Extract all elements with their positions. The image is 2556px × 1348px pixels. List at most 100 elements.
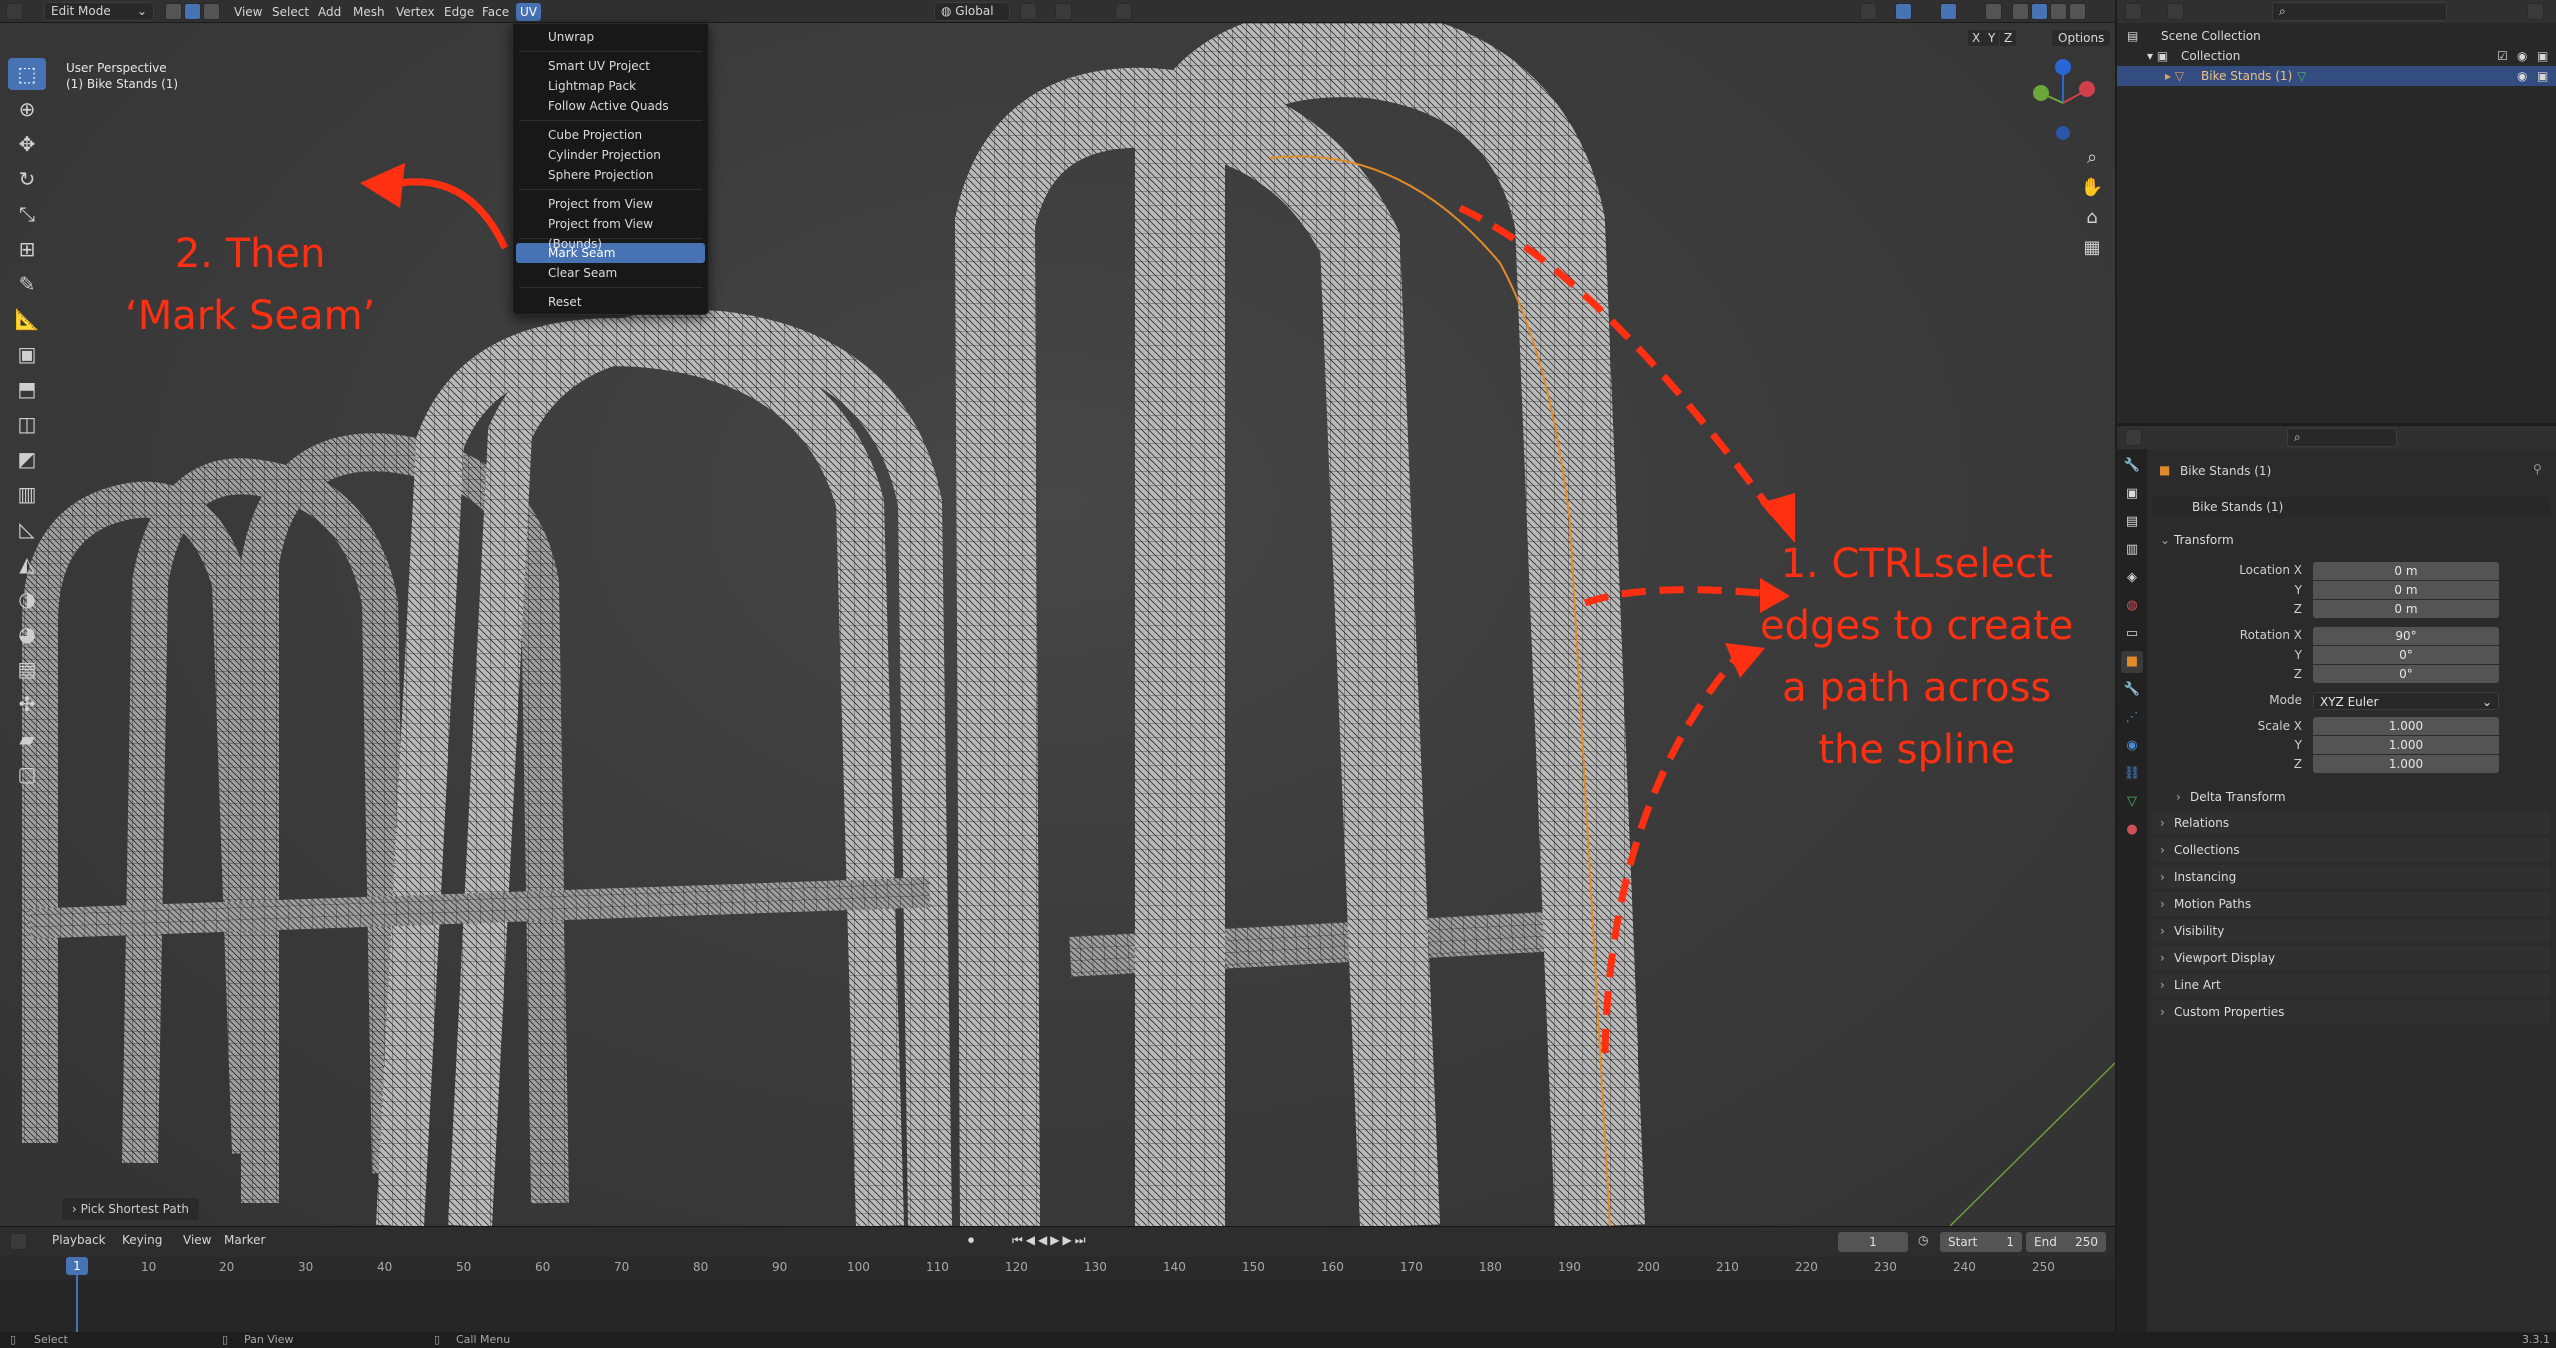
camera-render-icon[interactable]: ▣ <box>2537 46 2548 66</box>
menu-uv[interactable]: UV <box>516 3 541 21</box>
camera-render-icon[interactable]: ▣ <box>2537 66 2548 86</box>
menu-item-cylinder-projection[interactable]: Cylinder Projection <box>516 145 705 165</box>
outliner-editor-icon[interactable] <box>2125 3 2142 20</box>
outliner-search-input[interactable]: ⌕ <box>2272 2 2447 21</box>
pin-icon[interactable]: ⚲ <box>2533 462 2542 476</box>
menu-item-clear-seam[interactable]: Clear Seam <box>516 263 705 283</box>
last-operator-panel[interactable]: › Pick Shortest Path <box>62 1198 200 1220</box>
line-art-panel[interactable]: › Line Art <box>2152 973 2550 997</box>
shading-rendered-icon[interactable] <box>2069 3 2086 20</box>
current-frame-field[interactable]: 1 <box>1838 1232 1908 1252</box>
collection-tab-icon[interactable]: ▭ <box>2121 623 2143 645</box>
scale-icon[interactable]: ⤡ <box>8 198 46 230</box>
relations-panel[interactable]: › Relations <box>2152 811 2550 835</box>
edge-select-icon[interactable] <box>184 3 201 20</box>
menu-timeline-view[interactable]: View <box>183 1233 211 1247</box>
checkbox-icon[interactable]: ☑ <box>2497 46 2508 66</box>
menu-edge[interactable]: Edge <box>440 3 478 21</box>
rotation-mode-dropdown[interactable]: XYZ Euler ⌄ <box>2313 692 2499 710</box>
options-dropdown[interactable]: Options <box>2052 30 2111 46</box>
start-frame-field[interactable]: Start 1 <box>1940 1232 2022 1252</box>
menu-add[interactable]: Add <box>314 3 345 21</box>
add-cube-icon[interactable]: ▣ <box>8 338 46 370</box>
axis-y-toggle[interactable]: Y <box>1984 30 2000 46</box>
spin-icon[interactable]: ◑ <box>8 583 46 615</box>
menu-item-smart-uv-project[interactable]: Smart UV Project <box>516 56 705 76</box>
transform-panel-header[interactable]: ⌄ Transform <box>2152 528 2550 552</box>
menu-item-cube-projection[interactable]: Cube Projection <box>516 125 705 145</box>
annotate-icon[interactable]: ✎ <box>8 268 46 300</box>
tool-tab-icon[interactable]: 🔧 <box>2121 455 2143 477</box>
filter-icon[interactable] <box>2527 3 2544 20</box>
eye-icon[interactable]: ◉ <box>2517 46 2527 66</box>
rotation-y-field[interactable]: 0° <box>2313 646 2499 664</box>
menu-item-reset[interactable]: Reset <box>516 292 705 312</box>
visibility-icon[interactable] <box>1860 3 1877 20</box>
timeline[interactable]: Playback Keying View Marker ⏺ ⏮◀◀▶▶⏭ 1 ◷… <box>0 1226 2115 1333</box>
render-tab-icon[interactable]: ▣ <box>2121 483 2143 505</box>
overlay-toggle-icon[interactable] <box>1940 3 1957 20</box>
motion-paths-panel[interactable]: › Motion Paths <box>2152 892 2550 916</box>
viewport-display-panel[interactable]: › Viewport Display <box>2152 946 2550 970</box>
scene-tab-icon[interactable]: ◈ <box>2121 567 2143 589</box>
face-select-icon[interactable] <box>203 3 220 20</box>
eye-icon[interactable]: ◉ <box>2517 66 2527 86</box>
rotate-icon[interactable]: ↻ <box>8 163 46 195</box>
location-z-field[interactable]: 0 m <box>2313 600 2499 618</box>
menu-vertex[interactable]: Vertex <box>392 3 439 21</box>
menu-marker[interactable]: Marker <box>224 1233 265 1247</box>
location-y-field[interactable]: 0 m <box>2313 581 2499 599</box>
inset-icon[interactable]: ◫ <box>8 408 46 440</box>
xray-icon[interactable] <box>1985 3 2002 20</box>
instancing-panel[interactable]: › Instancing <box>2152 865 2550 889</box>
properties-editor-icon[interactable] <box>2125 429 2142 446</box>
measure-icon[interactable]: 📐 <box>8 303 46 335</box>
display-mode-icon[interactable] <box>2167 3 2184 20</box>
delta-transform-subpanel[interactable]: › Delta Transform <box>2168 785 2550 809</box>
menu-select[interactable]: Select <box>268 3 313 21</box>
camera-icon[interactable]: ⌂ <box>2076 203 2108 231</box>
end-frame-field[interactable]: End 250 <box>2026 1232 2106 1252</box>
pivot-icon[interactable] <box>1020 3 1037 20</box>
rotation-x-field[interactable]: 90° <box>2313 627 2499 645</box>
move-icon[interactable]: ✥ <box>8 128 46 160</box>
material-tab-icon[interactable]: ● <box>2121 819 2143 841</box>
record-icon[interactable]: ⏺ <box>968 1233 974 1248</box>
bevel-icon[interactable]: ◩ <box>8 443 46 475</box>
menu-item-lightmap-pack[interactable]: Lightmap Pack <box>516 76 705 96</box>
physics-tab-icon[interactable]: ◉ <box>2121 735 2143 757</box>
view-layer-tab-icon[interactable]: ▥ <box>2121 539 2143 561</box>
playhead[interactable]: 1 <box>66 1257 88 1275</box>
custom-properties-panel[interactable]: › Custom Properties <box>2152 1000 2550 1024</box>
shear-icon[interactable]: ▰ <box>8 723 46 755</box>
shrink-fatten-icon[interactable]: ✣ <box>8 688 46 720</box>
properties-search-input[interactable]: ⌕ <box>2287 428 2397 447</box>
menu-mesh[interactable]: Mesh <box>349 3 389 21</box>
menu-playback[interactable]: Playback <box>52 1233 106 1247</box>
rotation-z-field[interactable]: 0° <box>2313 665 2499 683</box>
scale-z-field[interactable]: 1.000 <box>2313 755 2499 773</box>
location-x-field[interactable]: 0 m <box>2313 562 2499 580</box>
gizmo-toggle-icon[interactable] <box>1895 3 1912 20</box>
menu-item-unwrap[interactable]: Unwrap <box>516 27 705 47</box>
collections-panel[interactable]: › Collections <box>2152 838 2550 862</box>
menu-item-mark-seam[interactable]: Mark Seam <box>516 243 705 263</box>
mode-dropdown[interactable]: Edit Mode ⌄ <box>44 2 154 21</box>
grid-icon[interactable]: ▦ <box>2076 233 2108 261</box>
menu-face[interactable]: Face <box>478 3 513 21</box>
object-name-field[interactable]: Bike Stands (1) <box>2152 497 2550 517</box>
select-box-icon[interactable]: ⬚ <box>8 58 46 90</box>
menu-item-project-from-view-bounds[interactable]: Project from View (Bounds) <box>516 214 705 251</box>
rip-region-icon[interactable]: ▢ <box>8 758 46 790</box>
smooth-icon[interactable]: ◕ <box>8 618 46 650</box>
snap-icon[interactable] <box>1055 3 1072 20</box>
modifier-tab-icon[interactable]: 🔧 <box>2121 679 2143 701</box>
playback-controls-icon[interactable]: ⏮◀◀▶▶⏭ <box>1012 1233 1089 1248</box>
shading-wireframe-icon[interactable] <box>2012 3 2029 20</box>
scale-y-field[interactable]: 1.000 <box>2313 736 2499 754</box>
editor-type-icon[interactable] <box>6 3 23 20</box>
3d-viewport[interactable]: User Perspective (1) Bike Stands (1) ⬚ ⊕… <box>0 23 2115 1226</box>
timeline-editor-icon[interactable] <box>10 1233 27 1250</box>
shading-material-icon[interactable] <box>2050 3 2067 20</box>
outliner-row-scene-collection[interactable]: ▤ Scene Collection <box>2117 26 2556 46</box>
